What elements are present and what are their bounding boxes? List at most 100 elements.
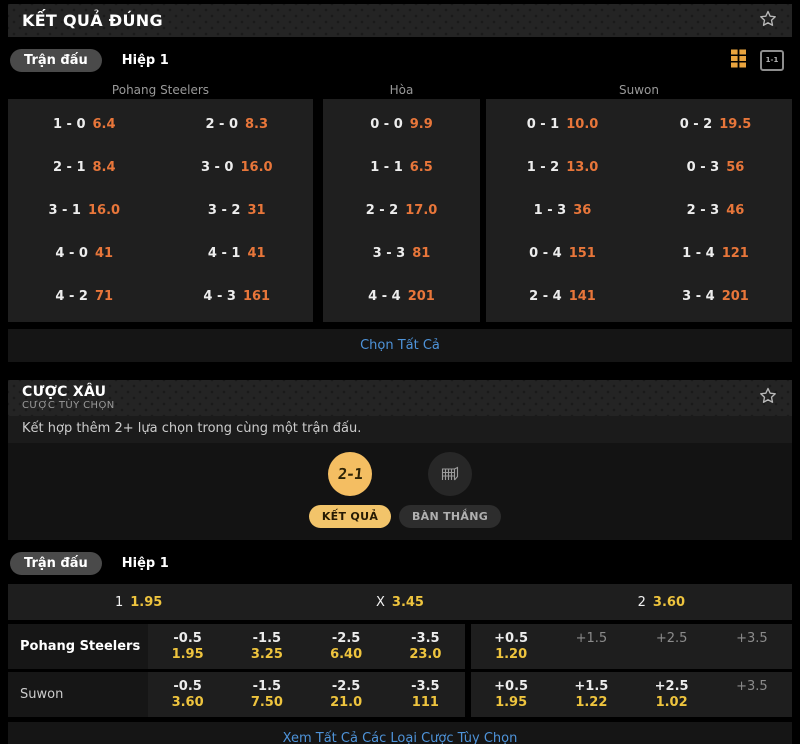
score-odds-item[interactable]: 3 - 016.0 bbox=[201, 160, 273, 175]
favorite-star-icon[interactable] bbox=[758, 386, 778, 410]
handicap-cell[interactable]: -3.5111 bbox=[386, 672, 465, 717]
score-label: 1 - 4 bbox=[682, 246, 715, 261]
handicap-cell[interactable]: +0.51.20 bbox=[471, 624, 551, 669]
odds-value: 71 bbox=[95, 289, 113, 304]
handicap-cell[interactable]: -0.51.95 bbox=[148, 624, 227, 669]
handicap-cell: +1.5 bbox=[551, 624, 631, 669]
odds-value: 19.5 bbox=[719, 117, 751, 132]
score-label: 3 - 0 bbox=[201, 160, 234, 175]
handicap-line: +2.5 bbox=[656, 631, 688, 647]
score-odds-item[interactable]: 2 - 4 141 bbox=[529, 289, 596, 304]
odds-value: 17.0 bbox=[405, 203, 437, 218]
score-odds-item[interactable]: 4 - 3 161 bbox=[203, 289, 270, 304]
handicap-line: -3.5 bbox=[411, 631, 439, 647]
score-odds-item[interactable]: 0 - 110.0 bbox=[527, 117, 599, 132]
handicap-cell[interactable]: +2.51.02 bbox=[632, 672, 712, 717]
score-odds-item[interactable]: 4 - 2 71 bbox=[55, 289, 113, 304]
option-label-goals: BÀN THẮNG bbox=[399, 505, 501, 528]
handicap-cell[interactable]: +1.51.22 bbox=[551, 672, 631, 717]
score-label: 4 - 1 bbox=[208, 246, 241, 261]
select-all-link[interactable]: Chọn Tất Cả bbox=[8, 329, 792, 362]
correct-score-header: KẾT QUẢ ĐÚNG bbox=[8, 4, 792, 37]
handicap-cell[interactable]: -2.521.0 bbox=[307, 672, 386, 717]
score-odds-item[interactable]: 2 - 18.4 bbox=[53, 160, 116, 175]
handicap-line: -0.5 bbox=[173, 679, 201, 695]
column-header-draw: Hòa bbox=[323, 83, 480, 97]
score-odds-item[interactable]: 1 - 06.4 bbox=[53, 117, 116, 132]
favorite-star-icon[interactable] bbox=[758, 9, 778, 33]
odds-cell-away-win[interactable]: 2 3.60 bbox=[531, 584, 792, 620]
handicap-line: -0.5 bbox=[173, 631, 201, 647]
score-odds-item[interactable]: 0 - 356 bbox=[687, 160, 745, 175]
handicap-line: -2.5 bbox=[332, 679, 360, 695]
odds-value: 6.4 bbox=[93, 117, 116, 132]
score-label: 4 - 4 bbox=[368, 289, 401, 304]
handicap-cell[interactable]: -3.523.0 bbox=[386, 624, 465, 669]
score-odds-item[interactable]: 1 - 4121 bbox=[682, 246, 749, 261]
handicap-odds: 3.25 bbox=[251, 647, 283, 663]
score-label: 1 - 3 bbox=[534, 203, 567, 218]
scoreboard-icon: 2-1 bbox=[328, 452, 372, 496]
column-header-away: Suwon bbox=[486, 83, 792, 97]
goal-icon bbox=[428, 452, 472, 496]
handicap-cell[interactable]: -0.53.60 bbox=[148, 672, 227, 717]
score-label: 0 - 0 bbox=[370, 117, 403, 132]
correct-score-title: KẾT QUẢ ĐÚNG bbox=[22, 11, 163, 30]
handicap-cell[interactable]: -1.53.25 bbox=[227, 624, 306, 669]
handicap-line: +0.5 bbox=[494, 631, 528, 647]
score-odds-item[interactable]: 2 - 217.0 bbox=[366, 203, 438, 218]
option-correct-score[interactable]: 2-1 KẾT QUẢ bbox=[307, 452, 393, 528]
handicap-line: +1.5 bbox=[576, 631, 608, 647]
score-odds-item[interactable]: 3 - 231 bbox=[208, 203, 266, 218]
handicap-odds: 23.0 bbox=[409, 647, 441, 663]
handicap-cell[interactable]: -1.57.50 bbox=[227, 672, 306, 717]
grid-view-icon[interactable] bbox=[729, 48, 748, 73]
score-label: 0 - 1 bbox=[527, 117, 560, 132]
tab-first-half[interactable]: Hiệp 1 bbox=[122, 556, 169, 571]
score-odds-item[interactable]: 3 - 381 bbox=[373, 246, 431, 261]
handicap-line: -1.5 bbox=[253, 679, 281, 695]
score-odds-item[interactable]: 4 - 4201 bbox=[368, 289, 435, 304]
score-odds-item[interactable]: 1 - 213.0 bbox=[527, 160, 599, 175]
odds-cell-home-win[interactable]: 1 1.95 bbox=[8, 584, 269, 620]
odds-value: 161 bbox=[243, 289, 270, 304]
odds-cell-draw[interactable]: X 3.45 bbox=[269, 584, 530, 620]
handicap-line: +3.5 bbox=[736, 631, 768, 647]
score-label: 3 - 1 bbox=[48, 203, 81, 218]
correct-score-panels: 1 - 06.4 2 - 08.3 2 - 18.4 3 - 016.0 3 -… bbox=[8, 99, 792, 322]
score-odds-item[interactable]: 2 - 08.3 bbox=[205, 117, 268, 132]
score-odds-item[interactable]: 4 - 141 bbox=[208, 246, 266, 261]
view-all-bets-link[interactable]: Xem Tất Cả Các Loại Cược Tùy Chọn bbox=[8, 722, 792, 744]
tab-match[interactable]: Trận đấu bbox=[10, 552, 102, 575]
score-view-icon[interactable]: 1-1 bbox=[760, 50, 784, 71]
handicap-odds: 6.40 bbox=[330, 647, 362, 663]
score-label: 2 - 4 bbox=[529, 289, 562, 304]
score-odds-item[interactable]: 2 - 346 bbox=[687, 203, 745, 218]
score-odds-item[interactable]: 0 - 219.5 bbox=[680, 117, 752, 132]
handicap-cell[interactable]: -2.56.40 bbox=[307, 624, 386, 669]
away-score-panel: 0 - 110.0 0 - 219.5 1 - 213.0 0 - 356 1 … bbox=[486, 99, 792, 322]
odds-value: 46 bbox=[726, 203, 744, 218]
odds-value: 9.9 bbox=[410, 117, 433, 132]
score-odds-item[interactable]: 0 - 4151 bbox=[529, 246, 596, 261]
score-odds-item[interactable]: 1 - 16.5 bbox=[370, 160, 433, 175]
correct-score-column-headers: Pohang Steelers Hòa Suwon bbox=[8, 81, 792, 99]
odds-value: 36 bbox=[573, 203, 591, 218]
score-label: 4 - 3 bbox=[203, 289, 236, 304]
score-odds-item[interactable]: 0 - 0 9.9 bbox=[370, 117, 433, 132]
handicap-cell[interactable]: +0.51.95 bbox=[471, 672, 551, 717]
tab-first-half[interactable]: Hiệp 1 bbox=[122, 53, 169, 68]
tab-match[interactable]: Trận đấu bbox=[10, 49, 102, 72]
odds-value: 8.3 bbox=[245, 117, 268, 132]
handicap-row-home: Pohang Steelers -0.51.95 -1.53.25 -2.56.… bbox=[8, 624, 792, 669]
handicap-line: +2.5 bbox=[655, 679, 689, 695]
score-odds-item[interactable]: 3 - 4201 bbox=[682, 289, 749, 304]
score-odds-item[interactable]: 1 - 3 36 bbox=[534, 203, 592, 218]
score-odds-item[interactable]: 3 - 116.0 bbox=[48, 203, 120, 218]
score-odds-item[interactable]: 4 - 041 bbox=[55, 246, 113, 261]
parlay-header: CƯỢC XÂU CƯỢC TÙY CHỌN bbox=[8, 380, 792, 416]
parlay-description: Kết hợp thêm 2+ lựa chọn trong cùng một … bbox=[8, 416, 792, 443]
option-goals[interactable]: BÀN THẮNG bbox=[407, 452, 493, 528]
score-label: 4 - 2 bbox=[55, 289, 88, 304]
odds-value: 141 bbox=[569, 289, 596, 304]
